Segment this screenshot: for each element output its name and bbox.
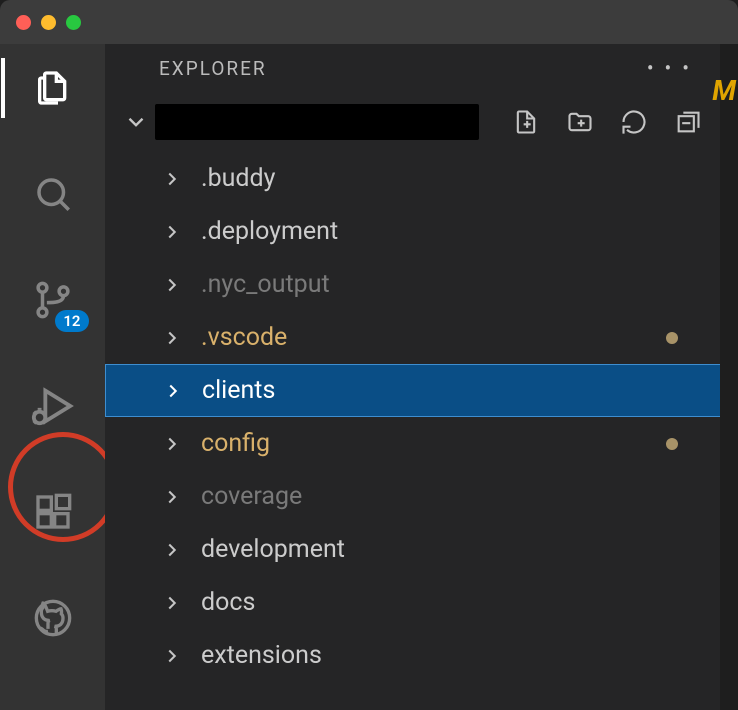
refresh-icon[interactable]: [620, 108, 648, 136]
tree-folder-label: config: [201, 429, 270, 458]
github-activity-icon[interactable]: [29, 594, 77, 642]
tree-folder-row[interactable]: development: [105, 523, 738, 576]
chevron-right-icon: [161, 221, 183, 243]
tree-folder-label: .vscode: [201, 323, 287, 352]
traffic-light-zoom-icon[interactable]: [66, 15, 81, 30]
chevron-right-icon: [161, 592, 183, 614]
tree-folder-label: coverage: [201, 482, 302, 511]
window-titlebar: [0, 0, 738, 44]
explorer-panel-header: EXPLORER • • •: [105, 44, 738, 92]
workspace-name-redacted: [155, 104, 479, 140]
new-folder-icon[interactable]: [566, 108, 594, 136]
tree-folder-label: .buddy: [201, 164, 275, 193]
explorer-activity-icon[interactable]: [29, 64, 77, 112]
traffic-light-minimize-icon[interactable]: [41, 15, 56, 30]
tree-folder-row[interactable]: .vscode: [105, 311, 738, 364]
extensions-icon: [33, 492, 73, 532]
tree-folder-row[interactable]: .nyc_output: [105, 258, 738, 311]
chevron-right-icon: [161, 433, 183, 455]
play-bug-icon: [30, 383, 76, 429]
tree-folder-label: development: [201, 535, 345, 564]
tree-folder-label: docs: [201, 588, 255, 617]
chevron-right-icon: [161, 327, 183, 349]
run-debug-activity-icon[interactable]: [29, 382, 77, 430]
traffic-light-close-icon[interactable]: [16, 15, 31, 30]
chevron-right-icon: [161, 539, 183, 561]
tree-folder-row[interactable]: .deployment: [105, 205, 738, 258]
explorer-title: EXPLORER: [159, 57, 267, 80]
new-file-icon[interactable]: [512, 108, 540, 136]
files-icon: [33, 68, 73, 108]
activity-bar: 12: [0, 44, 105, 710]
tree-folder-label: .nyc_output: [201, 270, 330, 299]
editor-peek: M: [720, 44, 738, 710]
file-tree: .buddy .deployment .nyc_output .vscode clien…: [105, 152, 738, 682]
workspace-actions: [512, 108, 702, 136]
search-activity-icon[interactable]: [29, 170, 77, 218]
modified-indicator-icon: [666, 438, 678, 450]
chevron-down-icon: [123, 109, 149, 135]
github-icon: [33, 598, 73, 638]
workbench: 12 M EXPLORE: [0, 44, 738, 710]
source-control-activity-icon[interactable]: 12: [29, 276, 77, 324]
tree-folder-label: .deployment: [201, 217, 338, 246]
tree-folder-label: extensions: [201, 641, 322, 670]
tree-folder-row[interactable]: .buddy: [105, 152, 738, 205]
tree-folder-row[interactable]: extensions: [105, 629, 738, 682]
explorer-more-icon[interactable]: • • •: [647, 56, 692, 80]
chevron-right-icon: [162, 380, 184, 402]
search-icon: [32, 173, 74, 215]
extensions-activity-icon[interactable]: [29, 488, 77, 536]
collapse-all-icon[interactable]: [674, 108, 702, 136]
scm-badge: 12: [55, 310, 88, 332]
chevron-right-icon: [161, 645, 183, 667]
chevron-right-icon: [161, 486, 183, 508]
chevron-right-icon: [161, 274, 183, 296]
explorer-sidebar: M EXPLORER • • • .buddy .deployment .nyc_o…: [105, 44, 738, 710]
chevron-right-icon: [161, 168, 183, 190]
modified-indicator-icon: [666, 332, 678, 344]
tree-folder-label: clients: [202, 376, 275, 405]
workspace-header[interactable]: [105, 92, 738, 152]
tree-folder-row[interactable]: clients: [105, 364, 738, 417]
tree-folder-row[interactable]: coverage: [105, 470, 738, 523]
tree-folder-row[interactable]: docs: [105, 576, 738, 629]
editor-content-fragment: M: [712, 74, 736, 107]
tree-folder-row[interactable]: config: [105, 417, 738, 470]
